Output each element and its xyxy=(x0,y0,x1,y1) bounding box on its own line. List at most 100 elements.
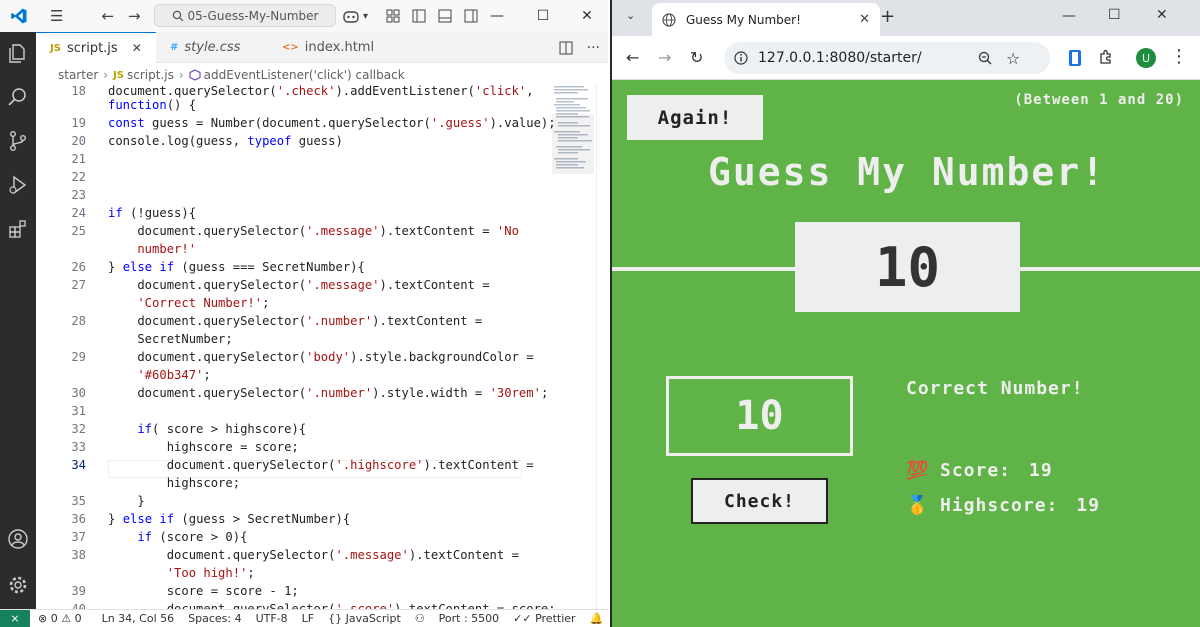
line-number: 28 xyxy=(71,314,86,328)
zoom-icon[interactable] xyxy=(978,51,992,65)
chevron-right-icon: › xyxy=(178,68,184,82)
close-window-icon[interactable]: ✕ xyxy=(564,0,610,32)
menu-icon[interactable]: ☰ xyxy=(50,7,63,25)
gear-icon[interactable] xyxy=(7,574,29,596)
toggle-sidebar-icon[interactable] xyxy=(412,9,426,23)
breadcrumb-file[interactable]: script.js xyxy=(127,68,174,82)
code-line: 'Too high!'; xyxy=(36,566,556,584)
tab-search-icon[interactable]: ⌄ xyxy=(626,9,635,22)
tab-style-css[interactable]: # style.css xyxy=(156,32,268,63)
guess-input[interactable] xyxy=(666,376,853,456)
copilot-icon[interactable]: ▾ xyxy=(342,0,368,32)
code-token: if xyxy=(108,530,153,544)
new-tab-icon[interactable]: + xyxy=(880,6,895,27)
tab-index-html[interactable]: <> index.html xyxy=(268,32,390,63)
minimize-icon[interactable]: — xyxy=(474,0,520,32)
line-number: 34 xyxy=(71,458,86,472)
code-text: 'Correct Number!'; xyxy=(108,296,269,310)
explorer-icon[interactable] xyxy=(7,42,29,64)
copilot-status-icon[interactable]: ⚇ xyxy=(415,612,425,625)
score-value: 19 xyxy=(1029,460,1053,481)
code-token: document.querySelector( xyxy=(108,314,307,328)
extensions-icon[interactable] xyxy=(7,218,29,240)
breadcrumb-folder[interactable]: starter xyxy=(58,68,98,82)
code-token: ; xyxy=(203,368,211,382)
back-arrow-icon[interactable]: ← xyxy=(626,48,639,67)
cursor-position[interactable]: Ln 34, Col 56 xyxy=(102,612,175,625)
line-number: 27 xyxy=(71,278,86,292)
back-arrow-icon[interactable]: ← xyxy=(101,7,114,25)
code-token: document.querySelector( xyxy=(108,350,307,364)
again-button[interactable]: Again! xyxy=(627,95,763,140)
extension-icon[interactable] xyxy=(1068,49,1082,67)
more-menu-icon[interactable]: ⋮ xyxy=(1170,46,1188,67)
code-token: () { xyxy=(166,98,197,112)
live-server-port[interactable]: Port : 5500 xyxy=(439,612,500,625)
medal-icon: 🥇 xyxy=(906,495,930,516)
language-mode[interactable]: {} JavaScript xyxy=(328,612,401,625)
prettier-status[interactable]: ✓✓ Prettier xyxy=(513,612,575,625)
forward-arrow-icon[interactable]: → xyxy=(128,7,141,25)
split-editor-icon[interactable] xyxy=(559,41,573,55)
code-token: document.querySelector( xyxy=(108,602,336,609)
source-control-icon[interactable] xyxy=(7,130,29,152)
indentation[interactable]: Spaces: 4 xyxy=(188,612,241,625)
code-text: if (!guess){ xyxy=(108,206,196,220)
code-token: '#60b347' xyxy=(108,368,204,382)
search-icon xyxy=(172,10,183,21)
minimize-icon[interactable]: — xyxy=(1062,8,1076,24)
close-icon[interactable]: ✕ xyxy=(132,41,142,55)
code-token: score = score - 1; xyxy=(108,584,299,598)
site-info-icon[interactable] xyxy=(734,51,748,65)
code-token: document.querySelector( xyxy=(108,548,336,562)
forward-arrow-icon[interactable]: → xyxy=(658,48,671,67)
avatar[interactable]: U xyxy=(1136,48,1156,68)
command-center-search[interactable]: 05-Guess-My-Number xyxy=(154,4,336,27)
extensions-puzzle-icon[interactable] xyxy=(1098,49,1114,65)
problems-count[interactable]: ⊗ 0 ⚠ 0 xyxy=(38,612,82,625)
code-line: 23 xyxy=(36,188,556,206)
notifications-icon[interactable]: 🔔 xyxy=(590,612,604,625)
maximize-icon[interactable]: ☐ xyxy=(1108,7,1121,23)
more-actions-icon[interactable]: ··· xyxy=(587,40,600,56)
run-debug-icon[interactable] xyxy=(7,174,29,196)
code-text: document.querySelector('.message').textC… xyxy=(108,224,519,238)
bookmark-star-icon[interactable]: ☆ xyxy=(1006,49,1020,68)
browser-tab[interactable]: Guess My Number! ✕ xyxy=(652,3,880,36)
customize-layout-icon[interactable] xyxy=(386,9,400,23)
encoding[interactable]: UTF-8 xyxy=(256,612,288,625)
code-token: ).style.backgroundColor = xyxy=(350,350,534,364)
check-button[interactable]: Check! xyxy=(691,478,828,524)
code-editor[interactable]: 18 document.querySelector('.check').addEv… xyxy=(36,84,556,609)
editor-scrollbar[interactable] xyxy=(596,84,608,609)
code-token: ).textContent = xyxy=(372,314,483,328)
line-number: 31 xyxy=(71,404,86,418)
code-text: const guess = Number(document.querySelec… xyxy=(108,116,556,130)
code-token: 'No xyxy=(496,224,519,238)
code-line: 34 document.querySelector('.highscore').… xyxy=(36,458,556,476)
code-token: guess = Number(document.querySelector( xyxy=(144,116,431,130)
address-bar[interactable]: 127.0.0.1:8080/starter/ ☆ xyxy=(724,42,1050,74)
close-window-icon[interactable]: ✕ xyxy=(1156,7,1168,23)
close-tab-icon[interactable]: ✕ xyxy=(859,12,870,27)
minimap[interactable] xyxy=(552,84,594,184)
line-number: 33 xyxy=(71,440,86,454)
toggle-panel-icon[interactable] xyxy=(438,9,452,23)
line-number: 40 xyxy=(71,602,86,609)
accounts-icon[interactable] xyxy=(7,528,29,550)
breadcrumb-symbol[interactable]: addEventListener('click') callback xyxy=(204,68,405,82)
code-text: SecretNumber; xyxy=(108,332,232,346)
tab-script-js[interactable]: JS script.js ✕ xyxy=(36,32,156,63)
code-token: ; xyxy=(540,386,549,400)
code-line: 20 console.log(guess, typeof guess) xyxy=(36,134,556,152)
maximize-icon[interactable]: ☐ xyxy=(520,0,566,32)
breadcrumb: starter › JS script.js › addEventListene… xyxy=(58,65,405,85)
code-token: 'body' xyxy=(306,350,351,364)
code-token: document.querySelector( xyxy=(108,386,307,400)
search-icon[interactable] xyxy=(7,86,29,108)
code-token: '.message' xyxy=(335,548,409,562)
code-line: SecretNumber; xyxy=(36,332,556,350)
end-of-line[interactable]: LF xyxy=(302,612,314,625)
reload-icon[interactable]: ↻ xyxy=(690,48,703,67)
remote-indicator[interactable]: ⨯ xyxy=(0,609,30,627)
